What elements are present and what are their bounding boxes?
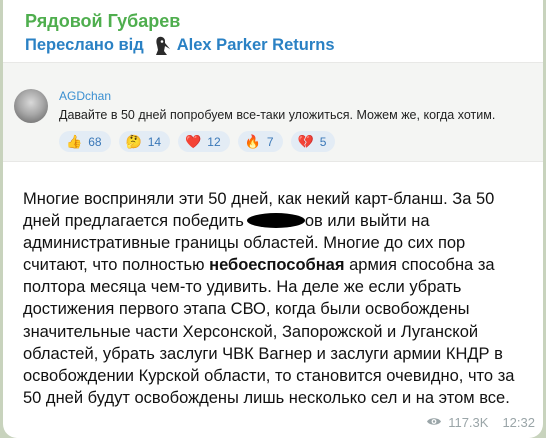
plague-doctor-icon — [149, 34, 172, 56]
red-heart-icon: ❤️ — [185, 134, 202, 149]
message-bubble: Рядовой Губарев Переслано від Alex Parke… — [3, 0, 543, 438]
reaction-broken-heart[interactable]: 💔 5 — [290, 131, 336, 152]
quote-text: Давайте в 50 дней попробуем все-таки уло… — [59, 108, 496, 122]
message-text-part-3: армия способна за полтора месяца чем-то … — [23, 256, 515, 407]
forwarded-prefix: Переслано від — [25, 35, 144, 54]
fire-icon: 🔥 — [244, 134, 261, 149]
quoted-message[interactable]: AGDchan Давайте в 50 дней попробуем все-… — [3, 62, 543, 162]
reaction-count: 14 — [147, 134, 162, 149]
message-text: Многие восприняли эти 50 дней, как некий… — [23, 188, 523, 409]
reactions-bar: 👍 68 🤔 14 ❤️ 12 🔥 7 💔 5 — [59, 131, 336, 152]
reaction-thumbs-up[interactable]: 👍 68 — [59, 131, 111, 152]
thinking-face-icon: 🤔 — [125, 134, 142, 149]
broken-heart-icon: 💔 — [297, 134, 314, 149]
redaction-blot — [246, 213, 305, 229]
forwarded-source-name: Alex Parker Returns — [176, 35, 335, 54]
sender-name[interactable]: Рядовой Губарев — [25, 11, 180, 32]
reaction-fire[interactable]: 🔥 7 — [237, 131, 283, 152]
reaction-count: 68 — [88, 134, 102, 149]
eye-icon — [426, 415, 442, 430]
quote-author[interactable]: AGDchan — [59, 89, 111, 103]
view-count: 117.3K — [448, 415, 489, 430]
message-time: 12:32 — [502, 415, 535, 430]
reaction-count: 7 — [266, 134, 274, 149]
reaction-count: 5 — [319, 134, 327, 149]
avatar[interactable] — [14, 89, 48, 123]
message-text-bold: небоеспособная — [209, 256, 345, 275]
reaction-count: 12 — [207, 134, 221, 149]
reaction-thinking[interactable]: 🤔 14 — [118, 131, 171, 152]
forwarded-header[interactable]: Переслано від Alex Parker Returns — [25, 34, 335, 56]
reaction-heart[interactable]: ❤️ 12 — [178, 131, 230, 152]
thumbs-up-icon: 👍 — [66, 134, 83, 149]
message-meta: 117.3K 12:32 — [426, 415, 535, 430]
